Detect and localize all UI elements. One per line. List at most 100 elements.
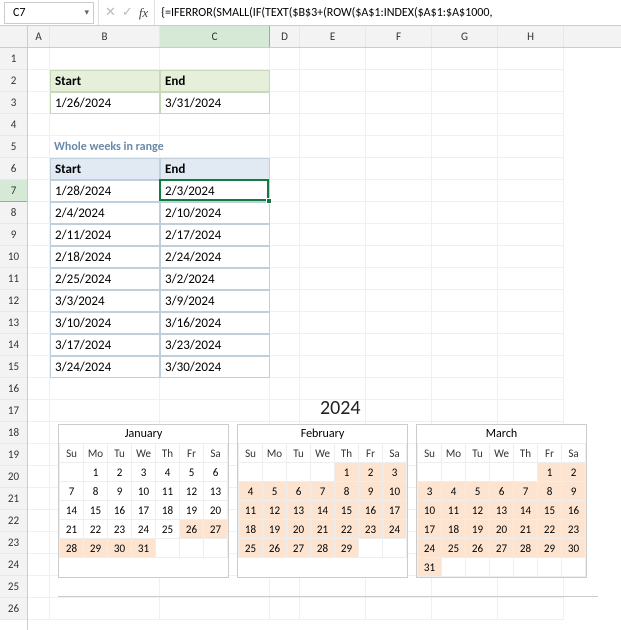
accept-icon[interactable]: ✓: [122, 5, 133, 20]
cell[interactable]: [270, 202, 300, 224]
calendar-day[interactable]: 10: [132, 482, 156, 501]
cell[interactable]: [270, 224, 300, 246]
cell[interactable]: 3/2/2024: [160, 268, 270, 290]
calendar-day[interactable]: 15: [335, 501, 359, 520]
cell[interactable]: [366, 136, 432, 158]
calendar-day[interactable]: 4: [239, 482, 263, 501]
cell[interactable]: 1/26/2024: [50, 92, 160, 114]
row-header[interactable]: 24: [0, 554, 27, 576]
calendar-day[interactable]: 25: [239, 539, 263, 558]
col-header[interactable]: C: [160, 26, 270, 47]
row-header[interactable]: 2: [0, 70, 27, 92]
cell[interactable]: [160, 378, 270, 400]
cell[interactable]: [28, 290, 50, 312]
cell[interactable]: [270, 312, 300, 334]
calendar-day[interactable]: [490, 558, 514, 577]
calendar-day[interactable]: 30: [108, 539, 132, 558]
fx-icon[interactable]: fx: [139, 5, 148, 21]
cell[interactable]: [366, 576, 432, 598]
cell[interactable]: 3/9/2024: [160, 290, 270, 312]
calendar-day[interactable]: 19: [180, 501, 204, 520]
cell[interactable]: [498, 246, 564, 268]
calendar-day[interactable]: [442, 463, 466, 482]
calendar-day[interactable]: [204, 539, 228, 558]
cell[interactable]: [366, 312, 432, 334]
calendar-day[interactable]: 9: [108, 482, 132, 501]
calendar-day[interactable]: 24: [132, 520, 156, 539]
row-header[interactable]: 9: [0, 224, 27, 246]
calendar-day[interactable]: 20: [490, 520, 514, 539]
calendar-day[interactable]: 27: [490, 539, 514, 558]
cell[interactable]: [28, 356, 50, 378]
cell[interactable]: [366, 378, 432, 400]
cell[interactable]: [50, 48, 160, 70]
calendar-day[interactable]: 19: [263, 520, 287, 539]
row-header[interactable]: 3: [0, 92, 27, 114]
row-header[interactable]: 11: [0, 268, 27, 290]
cell[interactable]: [366, 400, 432, 422]
cell[interactable]: [270, 290, 300, 312]
cell[interactable]: [270, 48, 300, 70]
cell[interactable]: [160, 114, 270, 136]
cell[interactable]: [432, 92, 498, 114]
row-header[interactable]: 19: [0, 444, 27, 466]
calendar-day[interactable]: 6: [204, 463, 228, 482]
calendar-day[interactable]: 17: [383, 501, 407, 520]
cell[interactable]: [28, 202, 50, 224]
calendar-day[interactable]: 2: [562, 463, 586, 482]
row-header[interactable]: 12: [0, 290, 27, 312]
calendar-day[interactable]: 24: [383, 520, 407, 539]
calendar-day[interactable]: 20: [287, 520, 311, 539]
row-header[interactable]: 23: [0, 532, 27, 554]
cell[interactable]: [270, 598, 300, 620]
cell[interactable]: [366, 598, 432, 620]
cell[interactable]: [432, 114, 498, 136]
cell[interactable]: 2/4/2024: [50, 202, 160, 224]
cell[interactable]: 2/10/2024: [160, 202, 270, 224]
row-header[interactable]: 6: [0, 158, 27, 180]
col-header[interactable]: F: [366, 26, 432, 47]
cell[interactable]: [28, 444, 50, 466]
calendar-day[interactable]: 25: [156, 520, 180, 539]
calendar-day[interactable]: [562, 558, 586, 577]
cell[interactable]: [28, 400, 50, 422]
cell[interactable]: [28, 576, 50, 598]
calendar-day[interactable]: 31: [418, 558, 442, 577]
cell[interactable]: [366, 334, 432, 356]
calendar-day[interactable]: [466, 463, 490, 482]
cell[interactable]: [160, 598, 270, 620]
cell[interactable]: [50, 576, 160, 598]
cell[interactable]: 2/17/2024: [160, 224, 270, 246]
calendar-day[interactable]: 16: [108, 501, 132, 520]
row-header[interactable]: 10: [0, 246, 27, 268]
calendar-day[interactable]: 1: [538, 463, 562, 482]
cell[interactable]: [270, 70, 300, 92]
calendar-day[interactable]: [359, 539, 383, 558]
cell[interactable]: [28, 422, 50, 444]
cell[interactable]: [432, 334, 498, 356]
cell[interactable]: [160, 136, 270, 158]
calendar-day[interactable]: 7: [60, 482, 84, 501]
calendar-day[interactable]: [239, 463, 263, 482]
cell[interactable]: [432, 290, 498, 312]
calendar-day[interactable]: 1: [84, 463, 108, 482]
cell[interactable]: [28, 136, 50, 158]
row-header[interactable]: 26: [0, 598, 27, 620]
calendar-day[interactable]: [180, 539, 204, 558]
calendar-day[interactable]: 16: [359, 501, 383, 520]
cell[interactable]: 2/24/2024: [160, 246, 270, 268]
cell[interactable]: [366, 70, 432, 92]
cell[interactable]: [270, 92, 300, 114]
calendar-day[interactable]: 17: [418, 520, 442, 539]
row-header[interactable]: 25: [0, 576, 27, 598]
cell[interactable]: [270, 334, 300, 356]
cell[interactable]: 3/24/2024: [50, 356, 160, 378]
calendar-day[interactable]: 25: [442, 539, 466, 558]
calendar-day[interactable]: 29: [335, 539, 359, 558]
cell[interactable]: [28, 334, 50, 356]
calendar-day[interactable]: [383, 539, 407, 558]
cell[interactable]: [498, 290, 564, 312]
row-header[interactable]: 13: [0, 312, 27, 334]
cell[interactable]: [300, 334, 366, 356]
calendar-day[interactable]: 9: [562, 482, 586, 501]
